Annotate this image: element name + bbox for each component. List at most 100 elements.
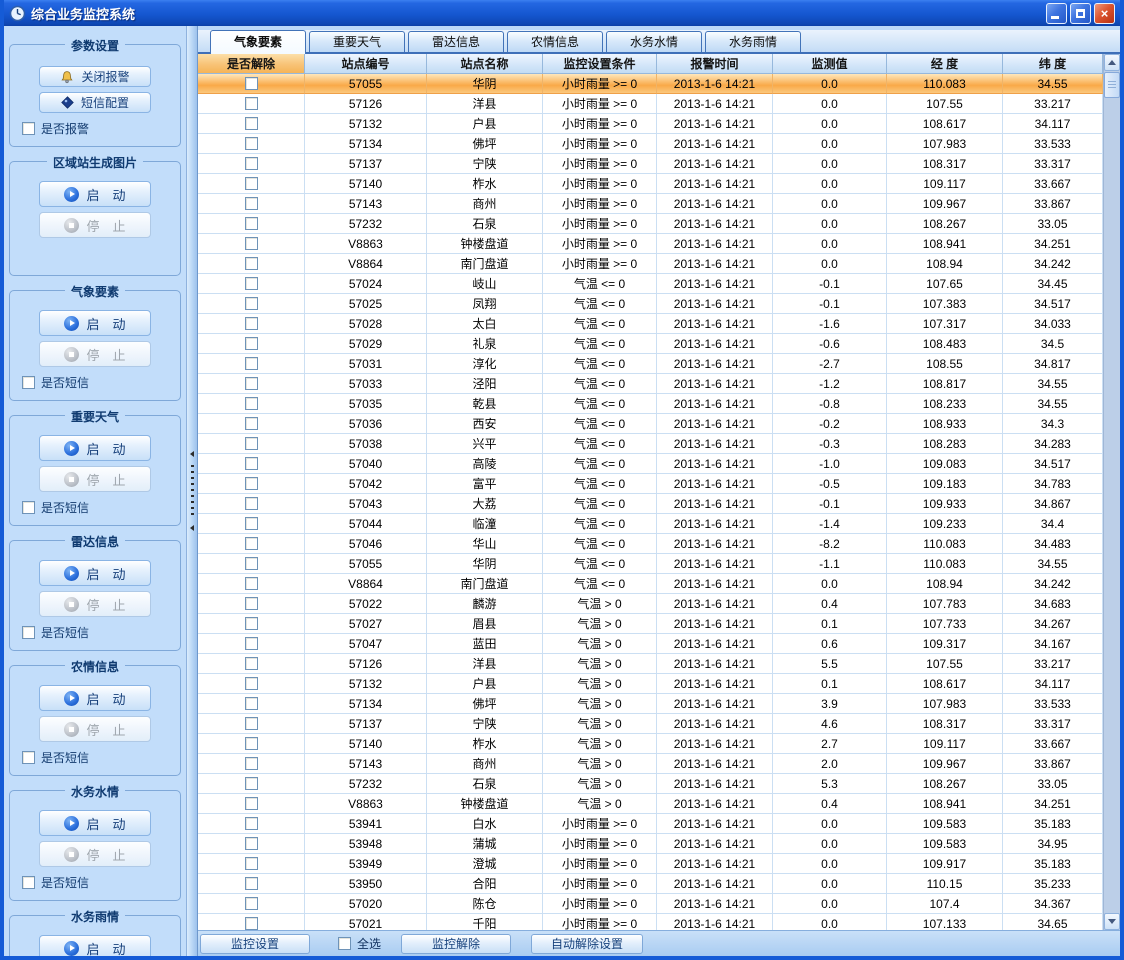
stop-button[interactable]: 停 止 xyxy=(39,341,151,367)
table-row[interactable]: 57047蓝田气温 > 02013-1-6 14:210.6109.31734.… xyxy=(198,634,1103,654)
table-row[interactable]: 57132户县气温 > 02013-1-6 14:210.1108.61734.… xyxy=(198,674,1103,694)
release-checkbox[interactable] xyxy=(245,77,258,90)
tab-3[interactable]: 农情信息 xyxy=(507,31,603,52)
release-checkbox[interactable] xyxy=(245,617,258,630)
close-button[interactable]: × xyxy=(1094,3,1115,24)
release-checkbox[interactable] xyxy=(245,757,258,770)
tab-2[interactable]: 雷达信息 xyxy=(408,31,504,52)
table-row[interactable]: V8864南门盘道气温 <= 02013-1-6 14:210.0108.943… xyxy=(198,574,1103,594)
release-checkbox[interactable] xyxy=(245,357,258,370)
table-row[interactable]: 57140柞水气温 > 02013-1-6 14:212.7109.11733.… xyxy=(198,734,1103,754)
sms-checkbox-row[interactable]: 是否短信 xyxy=(22,499,180,516)
sms-checkbox-row[interactable]: 是否短信 xyxy=(22,374,180,391)
column-header-1[interactable]: 站点编号 xyxy=(305,54,427,74)
table-row[interactable]: 57232石泉小时雨量 >= 02013-1-6 14:210.0108.267… xyxy=(198,214,1103,234)
release-checkbox[interactable] xyxy=(245,477,258,490)
table-row[interactable]: 57040高陵气温 <= 02013-1-6 14:21-1.0109.0833… xyxy=(198,454,1103,474)
table-row[interactable]: 57022麟游气温 > 02013-1-6 14:210.4107.78334.… xyxy=(198,594,1103,614)
sms-checkbox[interactable] xyxy=(22,501,35,514)
table-row[interactable]: 57025凤翔气温 <= 02013-1-6 14:21-0.1107.3833… xyxy=(198,294,1103,314)
sms-checkbox[interactable] xyxy=(22,376,35,389)
sms-checkbox[interactable] xyxy=(22,626,35,639)
column-header-0[interactable]: 是否解除 xyxy=(198,54,305,74)
table-row[interactable]: 57033泾阳气温 <= 02013-1-6 14:21-1.2108.8173… xyxy=(198,374,1103,394)
tab-0[interactable]: 气象要素 xyxy=(210,30,306,54)
sms-checkbox[interactable] xyxy=(22,876,35,889)
table-row[interactable]: 57143商州气温 > 02013-1-6 14:212.0109.96733.… xyxy=(198,754,1103,774)
minimize-button[interactable] xyxy=(1046,3,1067,24)
table-row[interactable]: 57126洋县气温 > 02013-1-6 14:215.5107.5533.2… xyxy=(198,654,1103,674)
table-row[interactable]: 57134佛坪气温 > 02013-1-6 14:213.9107.98333.… xyxy=(198,694,1103,714)
release-checkbox[interactable] xyxy=(245,577,258,590)
release-checkbox[interactable] xyxy=(245,497,258,510)
release-checkbox[interactable] xyxy=(245,657,258,670)
table-row[interactable]: 57031淳化气温 <= 02013-1-6 14:21-2.7108.5534… xyxy=(198,354,1103,374)
release-checkbox[interactable] xyxy=(245,537,258,550)
column-header-6[interactable]: 经 度 xyxy=(887,54,1003,74)
select-all-checkbox[interactable] xyxy=(338,937,351,950)
release-checkbox[interactable] xyxy=(245,397,258,410)
table-row[interactable]: 57021千阳小时雨量 >= 02013-1-6 14:210.0107.133… xyxy=(198,914,1103,930)
start-button[interactable]: 启 动 xyxy=(39,435,151,461)
sms-config-button[interactable]: 短信配置 xyxy=(39,92,151,113)
sms-checkbox-row[interactable]: 是否短信 xyxy=(22,874,180,891)
stop-button[interactable]: 停 止 xyxy=(39,591,151,617)
scroll-up-button[interactable] xyxy=(1104,54,1120,71)
alarm-checkbox[interactable] xyxy=(22,122,35,135)
stop-button[interactable]: 停 止 xyxy=(39,212,151,238)
column-header-7[interactable]: 纬 度 xyxy=(1003,54,1103,74)
release-checkbox[interactable] xyxy=(245,717,258,730)
monitor-release-button[interactable]: 监控解除 xyxy=(401,934,511,954)
sms-checkbox[interactable] xyxy=(22,751,35,764)
table-row[interactable]: 57055华阴气温 <= 02013-1-6 14:21-1.1110.0833… xyxy=(198,554,1103,574)
table-row[interactable]: 57137宁陕气温 > 02013-1-6 14:214.6108.31733.… xyxy=(198,714,1103,734)
table-row[interactable]: 57020陈仓小时雨量 >= 02013-1-6 14:210.0107.434… xyxy=(198,894,1103,914)
stop-button[interactable]: 停 止 xyxy=(39,841,151,867)
splitter-grip[interactable] xyxy=(191,465,194,517)
release-checkbox[interactable] xyxy=(245,837,258,850)
table-row[interactable]: 57043大荔气温 <= 02013-1-6 14:21-0.1109.9333… xyxy=(198,494,1103,514)
release-checkbox[interactable] xyxy=(245,177,258,190)
release-checkbox[interactable] xyxy=(245,637,258,650)
release-checkbox[interactable] xyxy=(245,437,258,450)
table-row[interactable]: 53950合阳小时雨量 >= 02013-1-6 14:210.0110.153… xyxy=(198,874,1103,894)
release-checkbox[interactable] xyxy=(245,237,258,250)
release-checkbox[interactable] xyxy=(245,817,258,830)
column-header-5[interactable]: 监测值 xyxy=(773,54,887,74)
release-checkbox[interactable] xyxy=(245,97,258,110)
table-row[interactable]: 57035乾县气温 <= 02013-1-6 14:21-0.8108.2333… xyxy=(198,394,1103,414)
table-row[interactable]: V8864南门盘道小时雨量 >= 02013-1-6 14:210.0108.9… xyxy=(198,254,1103,274)
tab-5[interactable]: 水务雨情 xyxy=(705,31,801,52)
table-row[interactable]: 57028太白气温 <= 02013-1-6 14:21-1.6107.3173… xyxy=(198,314,1103,334)
sms-checkbox-row[interactable]: 是否短信 xyxy=(22,624,180,641)
release-checkbox[interactable] xyxy=(245,917,258,930)
table-row[interactable]: 57038兴平气温 <= 02013-1-6 14:21-0.3108.2833… xyxy=(198,434,1103,454)
collapse-left-arrow-icon[interactable] xyxy=(190,451,194,457)
table-row[interactable]: 53949澄城小时雨量 >= 02013-1-6 14:210.0109.917… xyxy=(198,854,1103,874)
table-row[interactable]: 57029礼泉气温 <= 02013-1-6 14:21-0.6108.4833… xyxy=(198,334,1103,354)
select-all-row[interactable]: 全选 xyxy=(338,935,381,952)
release-checkbox[interactable] xyxy=(245,217,258,230)
release-checkbox[interactable] xyxy=(245,557,258,570)
start-button[interactable]: 启 动 xyxy=(39,935,151,956)
close-alarm-button[interactable]: 关闭报警 xyxy=(39,66,151,87)
table-row[interactable]: 57036西安气温 <= 02013-1-6 14:21-0.2108.9333… xyxy=(198,414,1103,434)
column-header-2[interactable]: 站点名称 xyxy=(427,54,543,74)
table-row[interactable]: 57232石泉气温 > 02013-1-6 14:215.3108.26733.… xyxy=(198,774,1103,794)
release-checkbox[interactable] xyxy=(245,297,258,310)
release-checkbox[interactable] xyxy=(245,117,258,130)
release-checkbox[interactable] xyxy=(245,737,258,750)
release-checkbox[interactable] xyxy=(245,417,258,430)
start-button[interactable]: 启 动 xyxy=(39,310,151,336)
release-checkbox[interactable] xyxy=(245,457,258,470)
vertical-scrollbar[interactable] xyxy=(1103,54,1120,930)
release-checkbox[interactable] xyxy=(245,377,258,390)
splitter[interactable] xyxy=(186,26,198,956)
table-row[interactable]: 57024岐山气温 <= 02013-1-6 14:21-0.1107.6534… xyxy=(198,274,1103,294)
table-row[interactable]: 57042富平气温 <= 02013-1-6 14:21-0.5109.1833… xyxy=(198,474,1103,494)
column-header-3[interactable]: 监控设置条件 xyxy=(543,54,657,74)
maximize-button[interactable] xyxy=(1070,3,1091,24)
stop-button[interactable]: 停 止 xyxy=(39,466,151,492)
release-checkbox[interactable] xyxy=(245,777,258,790)
table-row[interactable]: 57143商州小时雨量 >= 02013-1-6 14:210.0109.967… xyxy=(198,194,1103,214)
